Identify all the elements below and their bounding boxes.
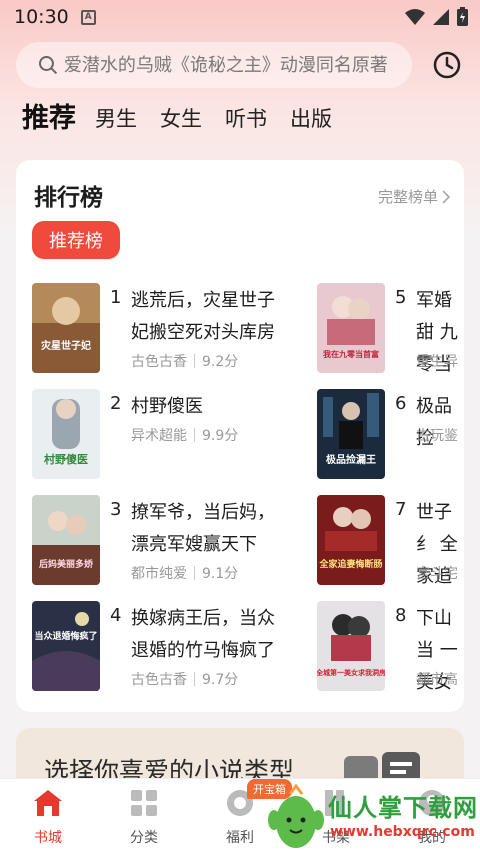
book-item[interactable]: 极品捡漏王 6 极品捡 古玩鉴 xyxy=(317,389,464,489)
book-item[interactable]: 灾星世子妃 1 逃荒后，灾星世子妃搬空死对头库房 古色古香 9.2分 xyxy=(32,283,332,383)
full-ranking-label: 完整榜单 xyxy=(377,188,438,206)
site-watermark: 仙人掌下载网 www.hebxqrc.com xyxy=(266,784,480,852)
book-rank: 2 xyxy=(110,393,122,414)
watermark-url: www.hebxqrc.com xyxy=(330,824,475,840)
cover-text: 后妈美丽多娇 xyxy=(39,558,94,570)
book-genre: 古玩鉴 xyxy=(416,428,458,444)
book-item[interactable]: 当众退婚悔疯了 4 换嫁病王后，当众退婚的竹马悔疯了 古色古香 9.7分 xyxy=(32,601,332,701)
book-rank: 5 xyxy=(395,287,407,308)
full-ranking-link[interactable]: 完整榜单 xyxy=(378,186,450,207)
book-genre: 古色古香 xyxy=(131,354,187,370)
book-rank: 1 xyxy=(110,287,122,308)
cover-text: 极品捡漏王 xyxy=(326,453,376,466)
wifi-icon xyxy=(405,8,425,25)
notification-a-icon: A xyxy=(80,9,96,25)
cover-text: 我在九零当首富 xyxy=(323,349,379,359)
nav-label: 书城 xyxy=(34,830,62,846)
tab-female[interactable]: 女生 xyxy=(160,104,202,134)
book-item[interactable]: 全家追妻悔断肠 7 世子纟 全家追 宫斗宅 xyxy=(317,495,464,595)
book-genre: 都市纯爱 xyxy=(131,566,187,582)
nav-label: 分类 xyxy=(130,830,158,846)
cover-text: 灾星世子妃 xyxy=(41,339,91,352)
book-score: 9.1分 xyxy=(202,566,239,582)
book-genre: 异术超能 xyxy=(131,428,187,444)
nav-category[interactable]: 分类 xyxy=(114,789,174,847)
book-rank: 8 xyxy=(395,605,407,626)
book-rank: 6 xyxy=(395,393,407,414)
book-item[interactable]: 我在九零当首富 5 军婚甜 九零当 重生异 xyxy=(317,283,464,383)
book-title: 村野傻医 xyxy=(131,396,203,417)
book-genre: 重生异 xyxy=(416,354,458,370)
book-cover: 当众退婚悔疯了 xyxy=(32,601,100,691)
nav-bookstore[interactable]: 书城 xyxy=(18,789,78,847)
battery-icon xyxy=(457,7,468,26)
book-genre: 古色古香 xyxy=(131,672,187,688)
book-meta: 古色古香 9.2分 xyxy=(131,351,238,371)
category-tabs: 推荐 男生 女生 听书 出版 xyxy=(22,104,355,134)
cover-text: 全家追妻悔断肠 xyxy=(318,558,382,570)
book-meta: 都市高 xyxy=(416,669,458,689)
book-score: 9.9分 xyxy=(202,428,239,444)
book-title: 逃荒后，灾星世子妃搬空死对头库房 xyxy=(131,290,275,343)
book-cover: 灾星世子妃 xyxy=(32,283,100,373)
book-title: 极品捡 xyxy=(416,396,452,449)
grid-icon xyxy=(131,790,157,816)
book-cover: 极品捡漏王 xyxy=(317,389,385,479)
search-bar[interactable] xyxy=(16,42,412,88)
home-icon xyxy=(34,790,62,816)
ranking-card: 排行榜 完整榜单 推荐榜 灾星世子妃 1 逃荒后，灾星世子妃搬空死对头库房 古色… xyxy=(16,160,464,712)
signal-icon xyxy=(433,8,449,25)
status-time: 10:30 xyxy=(14,6,69,28)
book-genre: 都市高 xyxy=(416,672,458,688)
tab-audiobook[interactable]: 听书 xyxy=(225,104,267,134)
book-meta: 古玩鉴 xyxy=(416,425,458,445)
book-title: 换嫁病王后，当众退婚的竹马悔疯了 xyxy=(131,608,275,661)
book-meta: 古色古香 9.7分 xyxy=(131,669,238,689)
book-meta: 宫斗宅 xyxy=(416,563,458,583)
ranking-title: 排行榜 xyxy=(34,185,103,211)
book-rank: 7 xyxy=(395,499,407,520)
book-genre: 宫斗宅 xyxy=(416,566,458,582)
cover-text: 当众退婚悔疯了 xyxy=(34,630,97,642)
cactus-logo-icon xyxy=(268,784,324,848)
book-cover: 村野傻医 xyxy=(32,389,100,479)
tab-recommend[interactable]: 推荐 xyxy=(22,104,76,134)
book-item[interactable]: 全城第一美女求我洞房 8 下山当 一美女 都市高 xyxy=(317,601,464,701)
book-meta: 异术超能 9.9分 xyxy=(131,425,238,445)
cover-text: 村野傻医 xyxy=(44,452,88,466)
book-item[interactable]: 后妈美丽多娇 3 撩军爷，当后妈，漂亮军嫂赢天下 都市纯爱 9.1分 xyxy=(32,495,332,595)
book-item[interactable]: 村野傻医 2 村野傻医 异术超能 9.9分 xyxy=(32,389,332,489)
book-cover: 我在九零当首富 xyxy=(317,283,385,373)
tab-publish[interactable]: 出版 xyxy=(290,104,332,134)
nav-label: 福利 xyxy=(226,830,254,846)
search-input[interactable] xyxy=(63,54,412,76)
book-title: 撩军爷，当后妈，漂亮军嫂赢天下 xyxy=(131,502,275,555)
book-meta: 都市纯爱 9.1分 xyxy=(131,563,238,583)
tab-male[interactable]: 男生 xyxy=(95,104,137,134)
watermark-text: 仙人掌下载网 xyxy=(328,794,478,822)
book-score: 9.7分 xyxy=(202,672,239,688)
book-score: 9.2分 xyxy=(202,354,239,370)
search-icon xyxy=(38,56,58,75)
book-cover: 全家追妻悔断肠 xyxy=(317,495,385,585)
book-rank: 3 xyxy=(110,499,122,520)
status-bar: 10:30 A xyxy=(0,0,480,34)
book-cover: 全城第一美女求我洞房 xyxy=(317,601,385,691)
book-cover: 后妈美丽多娇 xyxy=(32,495,100,585)
book-meta: 重生异 xyxy=(416,351,458,371)
history-clock-icon[interactable] xyxy=(432,50,462,80)
recommend-ranking-pill[interactable]: 推荐榜 xyxy=(32,221,120,259)
book-rank: 4 xyxy=(110,605,122,626)
chevron-right-icon xyxy=(442,189,450,204)
cover-text: 全城第一美女求我洞房 xyxy=(317,668,385,677)
